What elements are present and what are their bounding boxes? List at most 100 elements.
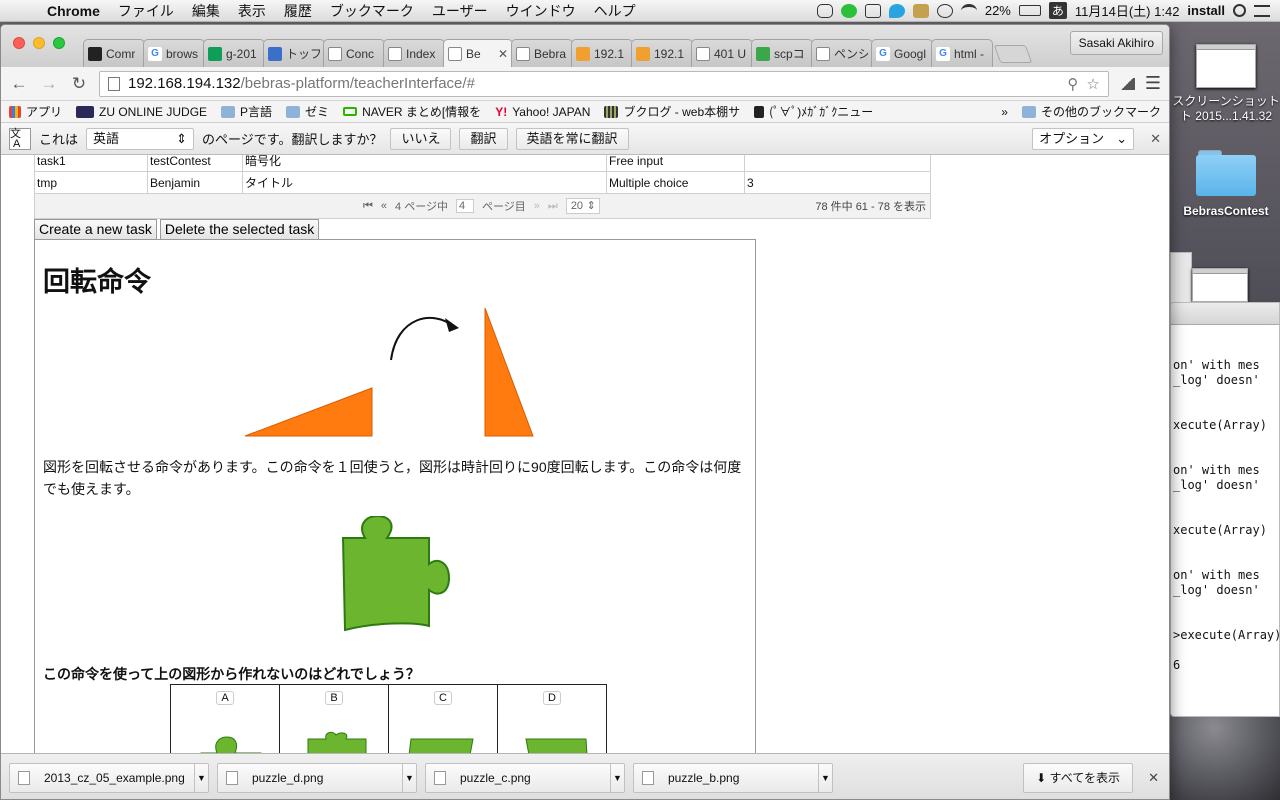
choice-b[interactable]: B — [279, 684, 389, 753]
create-task-button[interactable]: Create a new task — [34, 219, 157, 240]
browser-tab[interactable]: 192.1 — [631, 39, 693, 67]
browser-tab[interactable]: g-201 — [203, 39, 265, 67]
address-bar[interactable]: 192.168.194.132/bebras-platform/teacherI… — [99, 70, 1109, 97]
chevron-down-icon[interactable]: ▼ — [818, 763, 832, 792]
menu-file[interactable]: ファイル — [109, 1, 183, 21]
bookmark-naver[interactable]: NAVER まとめ[情報を — [343, 103, 481, 120]
menubar-clock[interactable]: 11月14日(土) 1:42 — [1075, 1, 1180, 20]
browser-tab[interactable]: Ghtml - — [931, 39, 993, 67]
menu-user[interactable]: ユーザー — [423, 1, 497, 21]
first-page-icon[interactable]: ⏮ — [363, 200, 373, 213]
forward-arrow-icon[interactable]: → — [39, 74, 59, 94]
terminal-window[interactable]: on' with mes _log' doesn' xecute(Array) … — [1170, 302, 1280, 717]
desktop-folder-bebrascontest[interactable]: BebrasContest — [1172, 150, 1280, 219]
tab-title: 401 U — [714, 46, 747, 61]
page-number-input[interactable]: 4 — [456, 199, 474, 213]
close-tab-icon[interactable]: ✕ — [498, 47, 508, 61]
browser-tab[interactable]: Conc — [323, 39, 385, 67]
bluetooth-icon[interactable] — [936, 3, 953, 18]
shield-icon[interactable] — [912, 3, 929, 18]
bookmark-yahoo[interactable]: Y! Yahoo! JAPAN — [495, 105, 590, 119]
translate-close-icon[interactable]: ✕ — [1150, 131, 1161, 147]
input-mode-indicator[interactable]: あ — [1048, 2, 1067, 19]
delete-task-button[interactable]: Delete the selected task — [159, 219, 320, 240]
bookmark-folder-p-lang[interactable]: P言語 — [221, 103, 272, 120]
bookmarks-overflow-chevron[interactable]: » — [1001, 105, 1008, 119]
battery-icon[interactable] — [1018, 5, 1041, 16]
download-item[interactable]: puzzle_c.png ▼ — [425, 762, 625, 793]
rows-per-page-select[interactable]: 20 ⇕ — [565, 198, 600, 214]
next-page-icon[interactable]: » — [534, 200, 540, 212]
menu-edit[interactable]: 編集 — [183, 1, 229, 21]
zoom-window-button[interactable] — [53, 37, 65, 49]
bookmark-aoj[interactable]: ZU ONLINE JUDGE — [76, 105, 207, 119]
menu-window[interactable]: ウインドウ — [497, 1, 585, 21]
browser-tab[interactable]: ペンシ — [811, 39, 873, 67]
close-window-button[interactable] — [13, 37, 25, 49]
bookmark-booklog[interactable]: ブクログ - web本棚サ — [604, 103, 740, 120]
close-shelf-icon[interactable]: ✕ — [1148, 770, 1159, 786]
bookmark-megagaku[interactable]: (ﾟ∀ﾟ)ﾒｶﾞｶﾞｸニュー — [754, 103, 873, 120]
wifi-icon[interactable] — [960, 3, 977, 18]
window-icon[interactable] — [864, 3, 881, 18]
browser-tab[interactable]: トッフ — [263, 39, 325, 67]
browser-tab[interactable]: Comr — [83, 39, 145, 67]
task-preview: 回転命令 図形を回転させる命令があります。この命令を１回使うと，図形は時計回りに… — [34, 239, 756, 753]
browser-tab[interactable]: Be ✕ — [443, 39, 513, 67]
table-row[interactable]: tmp Benjamin タイトル Multiple choice 3 — [34, 171, 931, 194]
download-item[interactable]: puzzle_d.png ▼ — [217, 762, 417, 793]
bookmark-folder-seminar[interactable]: ゼミ — [286, 103, 329, 120]
browser-tab[interactable]: 401 U — [691, 39, 753, 67]
menubar-user[interactable]: install — [1187, 3, 1225, 18]
show-all-downloads-button[interactable]: ⬇ すべてを表示 — [1023, 762, 1133, 793]
browser-tab[interactable]: 192.1 — [571, 39, 633, 67]
chevron-down-icon: ⌄ — [1116, 130, 1128, 146]
menu-help[interactable]: ヘルプ — [585, 1, 645, 21]
translate-always-button[interactable]: 英語を常に翻訳 — [515, 127, 629, 150]
browser-tab[interactable]: G Googl — [871, 39, 933, 67]
table-row[interactable]: task1 testContest 暗号化 Free input — [34, 155, 931, 172]
file-icon — [434, 770, 446, 785]
browser-tab[interactable]: Gbrows — [143, 39, 205, 67]
bookmark-apps[interactable]: アプリ — [9, 103, 62, 120]
last-page-icon[interactable]: ⏭ — [548, 200, 558, 213]
download-item[interactable]: puzzle_b.png ▼ — [633, 762, 833, 793]
tab-title: トッフ — [286, 47, 320, 61]
chevron-down-icon[interactable]: ▼ — [610, 763, 624, 792]
browser-tab[interactable]: Index — [383, 39, 445, 67]
reload-icon[interactable]: ↻ — [69, 74, 89, 94]
browser-tab[interactable]: Bebra — [511, 39, 573, 67]
terminal-titlebar[interactable] — [1171, 303, 1279, 325]
menu-bookmarks[interactable]: ブックマーク — [321, 1, 423, 21]
translate-no-button[interactable]: いいえ — [390, 127, 452, 150]
notification-list-icon[interactable] — [1254, 4, 1270, 17]
back-arrow-icon[interactable]: ← — [9, 74, 29, 94]
chevron-down-icon[interactable]: ▼ — [402, 763, 416, 792]
bookmark-other-folder[interactable]: その他のブックマーク — [1021, 103, 1161, 120]
menu-app-name[interactable]: Chrome — [38, 3, 109, 19]
menu-history[interactable]: 履歴 — [275, 1, 321, 21]
bookmark-star-icon[interactable]: ☆ — [1086, 75, 1099, 93]
browser-tab[interactable]: scpコ — [751, 39, 813, 67]
translate-options-select[interactable]: オプション ⌄ — [1032, 127, 1135, 150]
cloud-icon[interactable] — [816, 3, 833, 18]
translate-language-select[interactable]: 英語 ⇕ — [86, 127, 195, 150]
prev-page-icon[interactable]: « — [381, 200, 387, 212]
chrome-menu-icon[interactable]: ☰ — [1145, 73, 1161, 94]
desktop-screenshot-file[interactable]: スクリーンショット ト 2015...1.41.32 — [1172, 44, 1280, 124]
new-tab-button[interactable] — [993, 45, 1033, 63]
download-item[interactable]: 2013_cz_05_example.png ▼ — [9, 762, 209, 793]
choice-c[interactable]: C — [388, 684, 498, 753]
twitter-icon[interactable] — [888, 3, 905, 18]
menu-view[interactable]: 表示 — [229, 1, 275, 21]
profile-button[interactable]: Sasaki Akihiro — [1069, 31, 1163, 55]
chevron-down-icon[interactable]: ▼ — [194, 763, 208, 792]
choice-a[interactable]: A — [170, 684, 280, 753]
spotlight-search-icon[interactable] — [1233, 4, 1246, 17]
search-icon[interactable]: ⚲ — [1067, 75, 1078, 93]
minimize-window-button[interactable] — [33, 37, 45, 49]
signal-extension-icon[interactable] — [1118, 77, 1135, 90]
translate-button[interactable]: 翻訳 — [459, 127, 508, 150]
choice-d[interactable]: D — [497, 684, 607, 753]
line-icon[interactable] — [840, 3, 857, 18]
